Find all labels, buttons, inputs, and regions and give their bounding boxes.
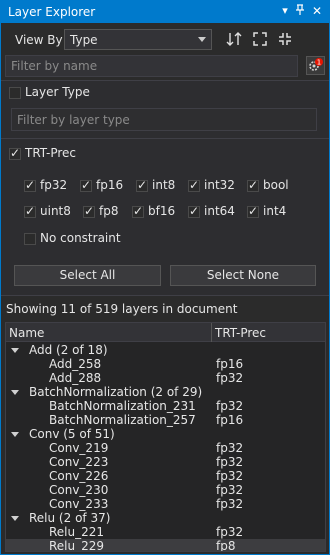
column-header-name[interactable]: Name [9,326,44,340]
window-position-dropdown-icon[interactable]: ▾ [278,4,292,18]
trt-prec-label: TRT-Prec [25,146,77,160]
layer-type-filter[interactable] [11,108,317,131]
name-filter[interactable] [5,55,298,77]
chevron-down-icon[interactable] [11,432,19,437]
table-row[interactable]: Relu_221 fp32 [6,525,325,539]
table-group-row[interactable]: Conv (5 of 51) [6,427,325,441]
no-constraint-label: No constraint [40,231,121,245]
no-constraint-checkbox[interactable] [24,233,36,245]
prec-uint8-checkbox[interactable] [24,204,36,218]
chevron-down-icon [198,37,206,42]
trt-prec-group: TRT-Prec fp32 fp16 int8 int32 bool uint8… [1,139,329,295]
prec-uint8-label: uint8 [40,204,71,218]
toolbar: View By Type [1,23,329,53]
prec-fp16-label: fp16 [96,178,124,192]
sort-icon[interactable] [225,30,243,48]
prec-bool-checkbox[interactable] [247,178,259,192]
prec-int4-label: int4 [263,204,287,218]
prec-fp8-checkbox[interactable] [83,204,95,218]
prec-int8-label: int8 [152,178,176,192]
table-row[interactable]: Add_288 fp32 [6,371,325,385]
chevron-down-icon[interactable] [11,348,19,353]
collapse-all-icon[interactable] [276,30,294,48]
prec-int4-checkbox[interactable] [247,204,259,218]
status-text: Showing 11 of 519 layers in document [6,302,238,316]
prec-bf16-checkbox[interactable] [132,204,144,218]
prec-int32-label: int32 [204,178,235,192]
prec-fp16-checkbox[interactable] [80,178,92,192]
layer-type-group: Layer Type [1,81,329,138]
view-by-combobox[interactable]: Type [64,29,212,50]
prec-int64-label: int64 [204,204,235,218]
prec-bf16-label: bf16 [148,204,176,218]
chevron-down-icon[interactable] [11,516,19,521]
table-header: Name TRT-Prec [6,323,325,342]
window-title: Layer Explorer [8,5,96,19]
gear-icon: 1 [309,58,323,71]
divider [1,295,329,296]
close-icon[interactable]: ✕ [310,4,324,18]
prec-int32-checkbox[interactable] [188,178,200,192]
prec-fp32-checkbox[interactable] [24,178,36,192]
column-header-trt-prec[interactable]: TRT-Prec [215,326,266,340]
filter-settings-button[interactable]: 1 [306,56,325,75]
table-group-row[interactable]: Relu (2 of 37) [6,511,325,525]
chevron-down-icon[interactable] [11,390,19,395]
prec-bool-label: bool [263,178,289,192]
view-by-value: Type [70,33,98,47]
table-row[interactable]: Conv_233 fp32 [6,497,325,511]
view-by-label: View By [15,33,63,47]
select-all-button[interactable]: Select All [14,265,161,286]
svg-text:1: 1 [317,59,321,67]
layer-type-checkbox[interactable] [9,87,21,99]
pin-icon[interactable] [293,4,307,18]
table-row[interactable]: Conv_230 fp32 [6,483,325,497]
table-row-selected[interactable]: Relu_229 fp8 [6,539,325,551]
select-none-button[interactable]: Select None [170,265,316,286]
table-row[interactable]: BatchNormalization_231 fp32 [6,399,325,413]
table-group-row[interactable]: BatchNormalization (2 of 29) [6,385,325,399]
layer-type-filter-input[interactable] [12,109,316,130]
table-row[interactable]: BatchNormalization_257 fp16 [6,413,325,427]
name-filter-input[interactable] [6,56,297,76]
layer-type-label: Layer Type [25,85,90,99]
layer-table: Name TRT-Prec Add (2 of 18) Add_258 fp16… [5,322,326,552]
prec-fp32-label: fp32 [40,178,68,192]
table-row[interactable]: Add_258 fp16 [6,357,325,371]
prec-int8-checkbox[interactable] [136,178,148,192]
layer-explorer-panel: Layer Explorer ▾ ✕ View By Type Filter b… [0,0,330,555]
prec-fp8-label: fp8 [99,204,119,218]
title-bar: Layer Explorer ▾ ✕ [1,1,329,23]
trt-prec-checkbox[interactable] [9,146,21,160]
prec-int64-checkbox[interactable] [188,204,200,218]
table-row[interactable]: Conv_226 fp32 [6,469,325,483]
table-row[interactable]: Conv_223 fp32 [6,455,325,469]
table-group-row[interactable]: Add (2 of 18) [6,343,325,357]
table-row[interactable]: Conv_219 fp32 [6,441,325,455]
expand-all-icon[interactable] [251,30,269,48]
column-divider[interactable] [211,323,212,342]
